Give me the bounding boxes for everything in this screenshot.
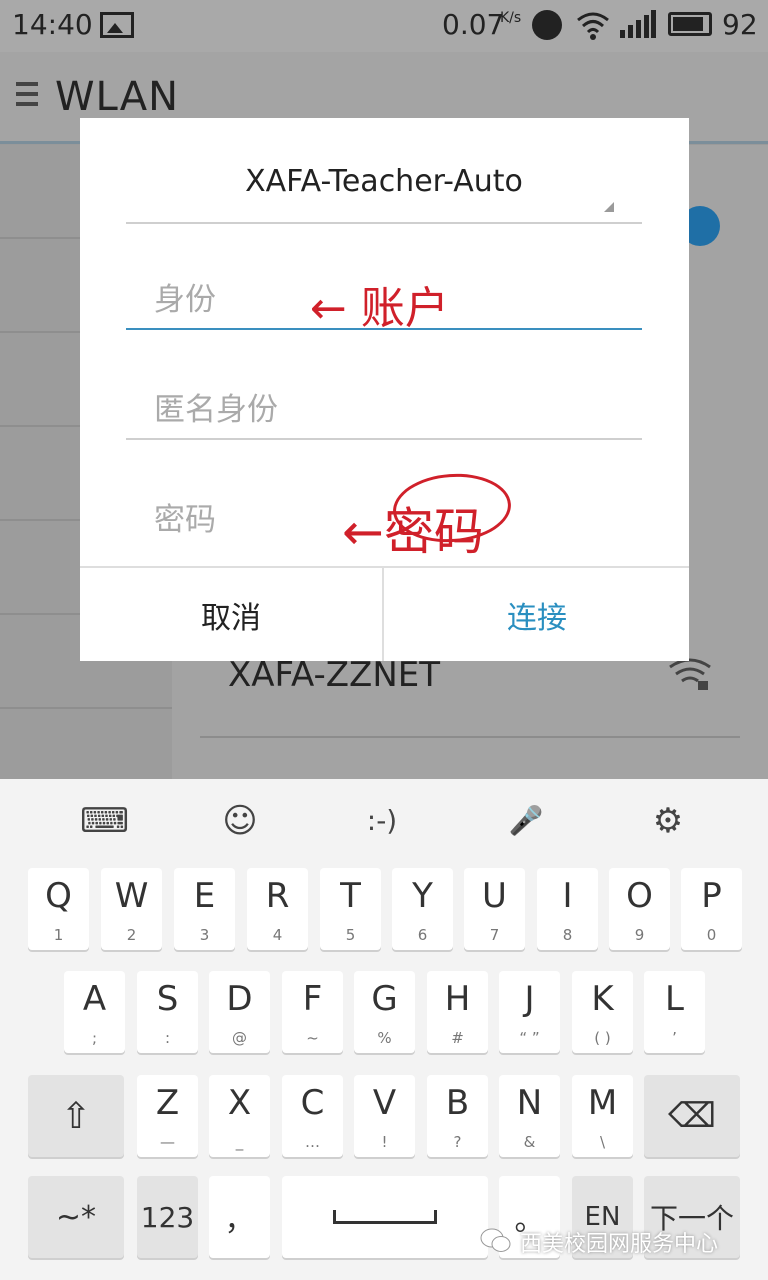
key-g[interactable]: G% xyxy=(354,971,415,1053)
page-title: WLAN xyxy=(55,74,180,120)
key-w[interactable]: W2 xyxy=(101,868,162,950)
key-e[interactable]: E3 xyxy=(174,868,235,950)
key-i[interactable]: I8 xyxy=(537,868,598,950)
shift-icon: ⇧ xyxy=(60,1095,92,1137)
key-x[interactable]: X _ xyxy=(209,1075,270,1157)
keyboard-toolbar: ⌨ ☺ :-) 🎤 ⚙ xyxy=(0,779,768,859)
network-select[interactable]: XAFA-Teacher-Auto xyxy=(126,158,642,224)
watermark-text: 西美校园网服务中心 xyxy=(520,1232,719,1257)
comma-key[interactable]: ， xyxy=(209,1176,270,1258)
key-l[interactable]: L’ xyxy=(644,971,705,1053)
key-b[interactable]: B? xyxy=(427,1075,488,1157)
key-v[interactable]: V! xyxy=(354,1075,415,1157)
divider xyxy=(200,736,740,738)
key-c[interactable]: C… xyxy=(282,1075,343,1157)
battery-level: 92 xyxy=(722,8,758,41)
key-u[interactable]: U7 xyxy=(464,868,525,950)
key-y[interactable]: Y6 xyxy=(392,868,453,950)
key-a[interactable]: A; xyxy=(64,971,125,1053)
space-bar-icon xyxy=(282,1176,488,1258)
network-speed-unit: K/s xyxy=(500,10,522,26)
anonymous-identity-input[interactable]: 匿名身份 xyxy=(126,366,642,440)
key-j[interactable]: J “ ” xyxy=(499,971,560,1053)
key-z[interactable]: Z — xyxy=(137,1075,198,1157)
wifi-login-dialog: XAFA-Teacher-Auto 身份 匿名身份 密码 取消 连接 xyxy=(80,118,689,661)
password-placeholder: 密码 xyxy=(154,502,216,538)
network-speed: 0.07 xyxy=(442,8,505,41)
keyboard-switch-icon[interactable]: ⌨ xyxy=(80,801,129,841)
status-time: 14:40 xyxy=(12,8,93,41)
key-m[interactable]: M \ xyxy=(572,1075,633,1157)
network-name[interactable]: XAFA-ZZNET xyxy=(228,655,440,695)
image-notification-icon xyxy=(100,12,134,38)
backspace-key[interactable]: ⌫ xyxy=(644,1075,740,1157)
space-key[interactable] xyxy=(282,1176,488,1258)
microphone-icon[interactable]: 🎤 xyxy=(506,801,546,841)
cell-signal-icon xyxy=(620,10,656,38)
numbers-key[interactable]: 123 xyxy=(137,1176,198,1258)
key-k[interactable]: K( ) xyxy=(572,971,633,1053)
shift-key[interactable]: ⇧ xyxy=(28,1075,124,1157)
backspace-icon: ⌫ xyxy=(667,1096,717,1136)
key-f[interactable]: F ~ xyxy=(282,971,343,1053)
dropdown-arrow-icon xyxy=(604,202,614,212)
key-s[interactable]: S: xyxy=(137,971,198,1053)
key-o[interactable]: O9 xyxy=(609,868,670,950)
cancel-button[interactable]: 取消 xyxy=(80,568,384,661)
status-bar: 14:40 0.07 K/s 92 xyxy=(0,0,768,52)
key-r[interactable]: R4 xyxy=(247,868,308,950)
dialog-actions: 取消 连接 xyxy=(80,566,689,661)
key-q[interactable]: Q1 xyxy=(28,868,89,950)
connect-button[interactable]: 连接 xyxy=(385,568,689,661)
annotation-account: ← 账户 xyxy=(310,283,449,334)
menu-icon[interactable] xyxy=(16,82,38,108)
anonymous-identity-placeholder: 匿名身份 xyxy=(154,392,278,428)
emoji-icon[interactable]: ☺ xyxy=(220,801,260,841)
wifi-status-icon xyxy=(577,12,609,40)
key-p[interactable]: P0 xyxy=(681,868,742,950)
identity-placeholder: 身份 xyxy=(154,282,216,318)
symbols-key[interactable]: ~* xyxy=(28,1176,124,1258)
emoticon-icon[interactable]: :-) xyxy=(352,801,412,841)
alarm-icon xyxy=(532,10,562,40)
key-d[interactable]: D @ xyxy=(209,971,270,1053)
network-select-value: XAFA-Teacher-Auto xyxy=(245,164,523,199)
key-t[interactable]: T5 xyxy=(320,868,381,950)
settings-gear-icon[interactable]: ⚙ xyxy=(648,801,688,841)
key-n[interactable]: N & xyxy=(499,1075,560,1157)
key-h[interactable]: H # xyxy=(427,971,488,1053)
battery-icon xyxy=(668,12,712,36)
wechat-logo-icon xyxy=(480,1228,511,1252)
